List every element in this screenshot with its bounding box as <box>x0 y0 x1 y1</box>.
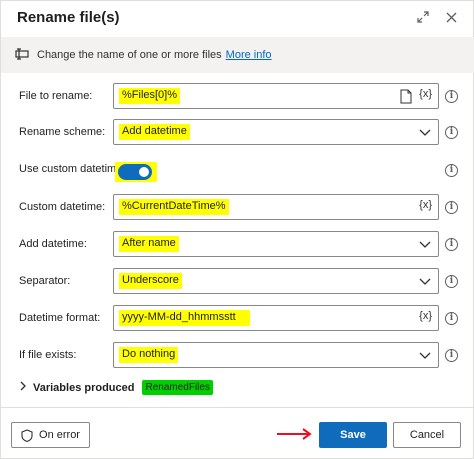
on-error-label: On error <box>39 429 80 441</box>
add-datetime-value: After name <box>119 236 179 252</box>
add-datetime-label: Add datetime: <box>19 238 87 250</box>
rename-scheme-dropdown[interactable]: Add datetime <box>113 119 439 145</box>
datetime-format-label: Datetime format: <box>19 312 101 324</box>
separator-label: Separator: <box>19 275 71 287</box>
shield-icon <box>21 428 33 442</box>
info-icon: i <box>445 90 458 103</box>
more-info-link[interactable]: More info <box>226 49 272 61</box>
separator-value: Underscore <box>119 273 182 289</box>
info-icon: i <box>445 164 458 177</box>
rename-file-icon <box>15 47 29 63</box>
info-icon: i <box>445 238 458 251</box>
use-custom-datetime-toggle[interactable] <box>118 164 152 180</box>
info-icon: i <box>445 126 458 139</box>
custom-datetime-label: Custom datetime: <box>19 201 106 213</box>
save-button[interactable]: Save <box>319 422 387 448</box>
if-file-exists-dropdown[interactable]: Do nothing <box>113 342 439 368</box>
file-to-rename-label: File to rename: <box>19 90 93 102</box>
info-icon: i <box>445 275 458 288</box>
insert-variable-icon[interactable]: {x} <box>419 310 432 322</box>
rename-scheme-value: Add datetime <box>119 124 190 140</box>
variables-produced-section[interactable]: Variables produced RenamedFiles <box>19 380 213 395</box>
info-icon: i <box>445 201 458 214</box>
chevron-down-icon <box>419 241 431 248</box>
if-file-exists-value: Do nothing <box>119 347 179 363</box>
chevron-down-icon <box>419 129 431 136</box>
close-icon[interactable] <box>441 7 461 27</box>
use-custom-datetime-label: Use custom datetime: <box>19 163 126 175</box>
expand-icon[interactable] <box>413 7 433 27</box>
chevron-right-icon[interactable] <box>19 381 27 394</box>
variable-tag[interactable]: RenamedFiles <box>142 380 213 395</box>
datetime-format-value: yyyy-MM-dd_hhmmsstt <box>119 310 250 326</box>
arrow-annotation-icon <box>277 428 312 440</box>
file-to-rename-input[interactable]: %Files[0]% {x} <box>113 83 439 109</box>
rename-files-dialog: Rename file(s) Change the name of one or… <box>0 0 474 459</box>
file-icon[interactable] <box>400 89 412 104</box>
custom-datetime-input[interactable]: %CurrentDateTime% {x} <box>113 194 439 220</box>
custom-datetime-value: %CurrentDateTime% <box>119 199 229 215</box>
dialog-title: Rename file(s) <box>17 9 120 26</box>
info-text: Change the name of one or more files <box>37 49 222 61</box>
add-datetime-dropdown[interactable]: After name <box>113 231 439 257</box>
rename-scheme-label: Rename scheme: <box>19 126 106 138</box>
info-icon: i <box>445 312 458 325</box>
chevron-down-icon <box>419 278 431 285</box>
if-file-exists-label: If file exists: <box>19 349 77 361</box>
separator-dropdown[interactable]: Underscore <box>113 268 439 294</box>
cancel-button[interactable]: Cancel <box>393 422 461 448</box>
variables-produced-label: Variables produced <box>33 381 135 394</box>
footer-divider <box>1 407 474 408</box>
info-icon: i <box>445 349 458 362</box>
datetime-format-input[interactable]: yyyy-MM-dd_hhmmsstt {x} <box>113 305 439 331</box>
info-bar: Change the name of one or more files Mor… <box>1 37 474 73</box>
chevron-down-icon <box>419 352 431 359</box>
insert-variable-icon[interactable]: {x} <box>419 199 432 211</box>
on-error-button[interactable]: On error <box>11 422 90 448</box>
toggle-knob <box>139 167 149 177</box>
file-to-rename-value: %Files[0]% <box>119 88 181 104</box>
insert-variable-icon[interactable]: {x} <box>419 88 432 100</box>
